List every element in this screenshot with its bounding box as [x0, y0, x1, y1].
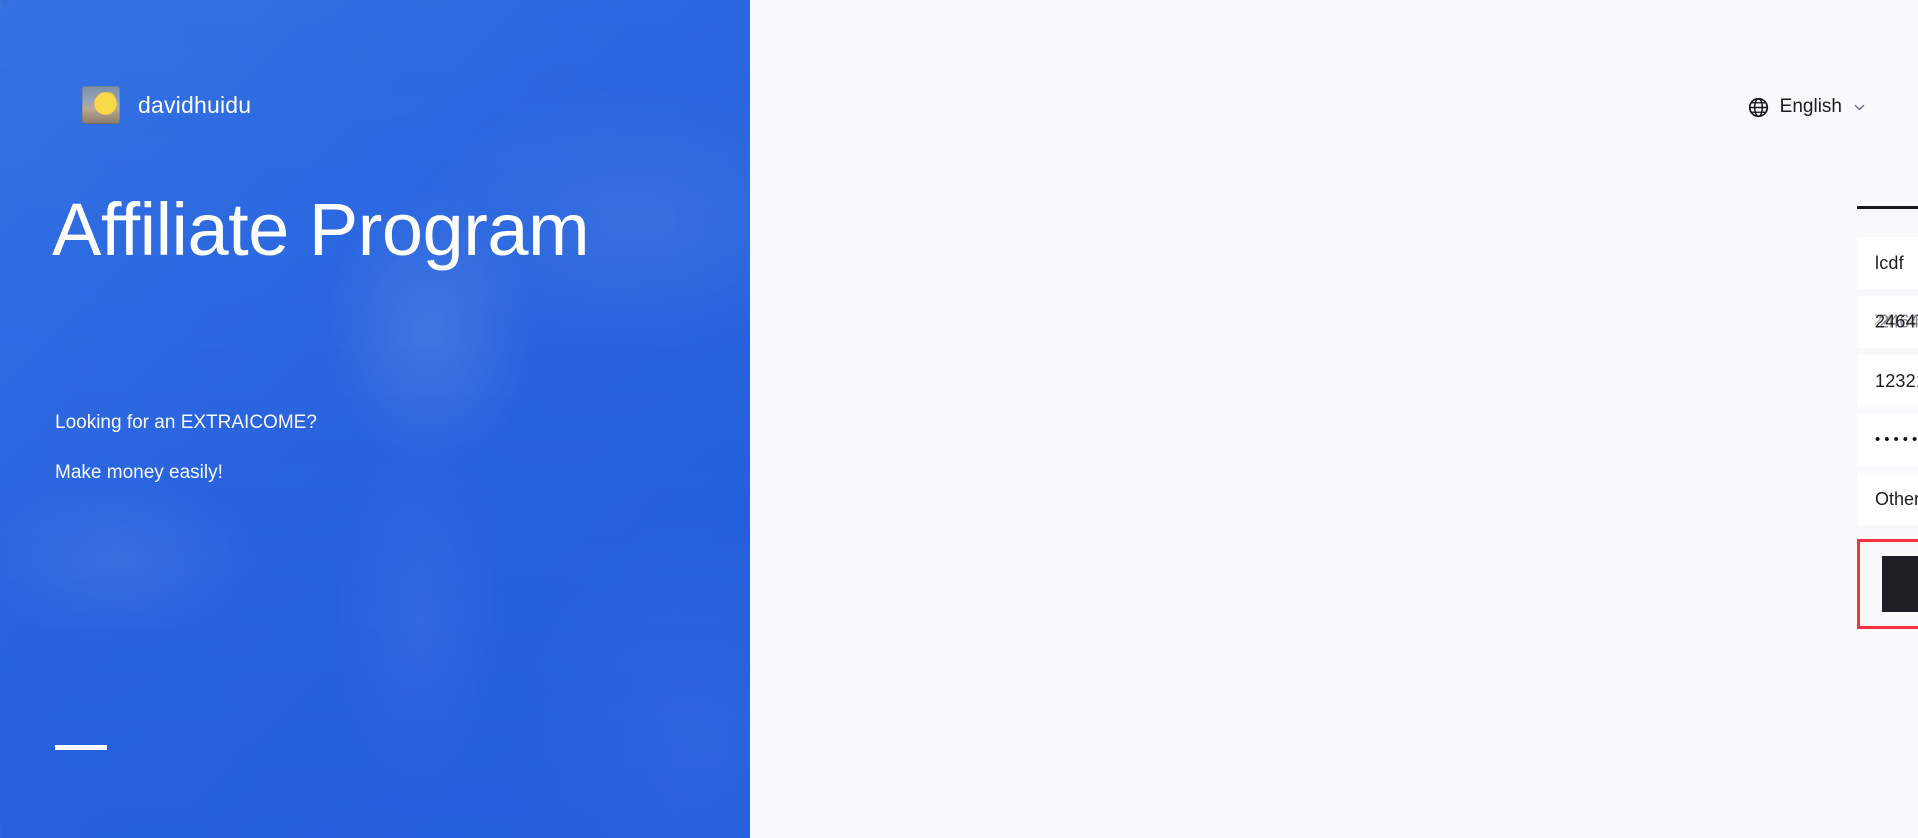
- language-label: English: [1779, 96, 1842, 117]
- payment-method-select[interactable]: Others: [1857, 473, 1918, 525]
- language-selector[interactable]: English: [1748, 96, 1866, 118]
- hero-panel: davidhuidu Affiliate Program Looking for…: [0, 0, 750, 838]
- brand-name: davidhuidu: [138, 91, 252, 118]
- phone-input[interactable]: [1875, 355, 1918, 407]
- payment-method-value: Others: [1875, 488, 1918, 509]
- email-value-obscured: 2464713081.com 24647i50@11.com 24647:50@…: [1875, 296, 1918, 348]
- email-field[interactable]: 2464713081.com 24647i50@11.com 24647:50@…: [1857, 296, 1918, 348]
- password-input[interactable]: ••••••: [1875, 414, 1918, 466]
- auth-tabs: APPLY SIGN IN: [1857, 158, 1918, 209]
- apply-button-highlight: APPLY: [1857, 539, 1918, 629]
- hero-subtitle: Looking for an EXTRAICOME? Make money ea…: [55, 398, 317, 498]
- name-field[interactable]: [1857, 237, 1918, 289]
- hero-subtitle-line-2: Make money easily!: [55, 462, 223, 483]
- email-input-value: 24647:50@11.com: [1875, 311, 1918, 332]
- apply-button[interactable]: APPLY: [1882, 556, 1918, 612]
- form-fields: 2464713081.com 24647i50@11.com 24647:50@…: [1857, 237, 1918, 673]
- signup-form: APPLY SIGN IN 2464713081.com 24647i50@11…: [1857, 0, 1918, 673]
- hero-content: davidhuidu Affiliate Program Looking for…: [0, 0, 750, 838]
- form-panel: English APPLY SIGN IN 2464713081.com 246…: [750, 0, 1918, 838]
- globe-icon: [1748, 97, 1768, 117]
- tab-apply[interactable]: APPLY: [1857, 158, 1918, 209]
- phone-field[interactable]: [1857, 355, 1918, 407]
- name-input[interactable]: [1875, 237, 1918, 289]
- affiliate-signup-page: davidhuidu Affiliate Program Looking for…: [0, 0, 1918, 838]
- password-field[interactable]: ••••••: [1857, 414, 1918, 466]
- hero-divider: [55, 745, 107, 750]
- sign-in-prompt: Already have an account?Sign in: [1857, 652, 1918, 673]
- payment-row: Others paypal：2345@qq.com: [1857, 473, 1918, 525]
- hero-subtitle-line-1: Looking for an EXTRAICOME?: [55, 412, 317, 433]
- page-title: Affiliate Program: [52, 188, 590, 271]
- brand: davidhuidu: [82, 86, 251, 124]
- pikachu-avatar-icon: [82, 86, 120, 124]
